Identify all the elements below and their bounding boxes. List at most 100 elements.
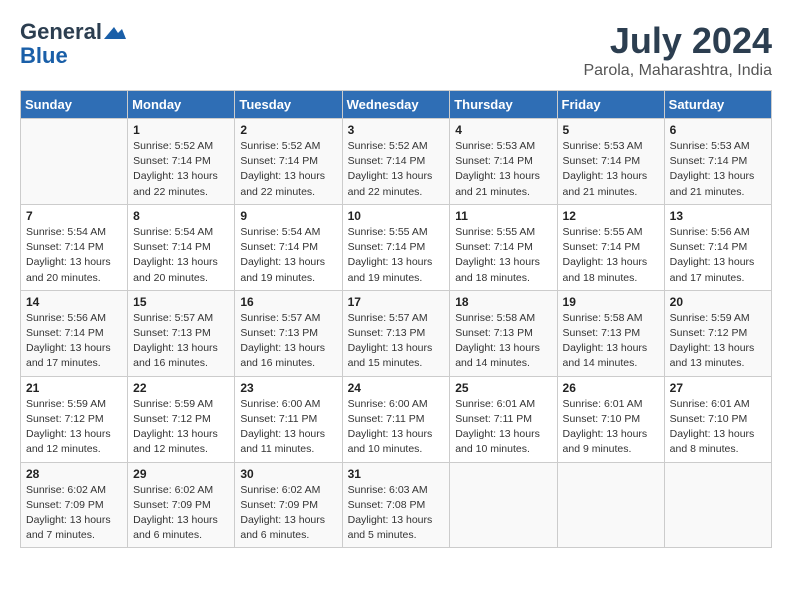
sunset-text: Sunset: 7:14 PM	[133, 155, 211, 167]
cell-info: Sunrise: 6:02 AM Sunset: 7:09 PM Dayligh…	[26, 483, 122, 544]
cell-info: Sunrise: 5:58 AM Sunset: 7:13 PM Dayligh…	[455, 311, 551, 372]
cell-info: Sunrise: 6:01 AM Sunset: 7:10 PM Dayligh…	[670, 397, 766, 458]
sunset-text: Sunset: 7:14 PM	[563, 155, 641, 167]
day-number: 17	[348, 295, 445, 309]
calendar-cell: 25 Sunrise: 6:01 AM Sunset: 7:11 PM Dayl…	[450, 376, 557, 462]
sunset-text: Sunset: 7:13 PM	[348, 327, 426, 339]
day-number: 21	[26, 381, 122, 395]
day-number: 2	[240, 123, 336, 137]
sunset-text: Sunset: 7:13 PM	[455, 327, 533, 339]
calendar-cell: 17 Sunrise: 5:57 AM Sunset: 7:13 PM Dayl…	[342, 290, 450, 376]
sunset-text: Sunset: 7:14 PM	[348, 241, 426, 253]
calendar-cell: 21 Sunrise: 5:59 AM Sunset: 7:12 PM Dayl…	[21, 376, 128, 462]
cell-info: Sunrise: 5:54 AM Sunset: 7:14 PM Dayligh…	[240, 225, 336, 286]
sunset-text: Sunset: 7:13 PM	[133, 327, 211, 339]
sunset-text: Sunset: 7:11 PM	[455, 413, 532, 425]
sunrise-text: Sunrise: 5:57 AM	[133, 312, 213, 324]
cell-info: Sunrise: 5:54 AM Sunset: 7:14 PM Dayligh…	[26, 225, 122, 286]
daylight-text: Daylight: 13 hours and 10 minutes.	[348, 428, 433, 455]
day-number: 9	[240, 209, 336, 223]
calendar-cell: 4 Sunrise: 5:53 AM Sunset: 7:14 PM Dayli…	[450, 119, 557, 205]
cell-info: Sunrise: 5:55 AM Sunset: 7:14 PM Dayligh…	[563, 225, 659, 286]
calendar-cell: 22 Sunrise: 5:59 AM Sunset: 7:12 PM Dayl…	[128, 376, 235, 462]
daylight-text: Daylight: 13 hours and 18 minutes.	[563, 256, 648, 283]
cell-info: Sunrise: 6:00 AM Sunset: 7:11 PM Dayligh…	[240, 397, 336, 458]
cell-info: Sunrise: 5:56 AM Sunset: 7:14 PM Dayligh…	[670, 225, 766, 286]
sunrise-text: Sunrise: 5:52 AM	[133, 140, 213, 152]
calendar-cell	[450, 462, 557, 548]
weekday-header-monday: Monday	[128, 91, 235, 119]
daylight-text: Daylight: 13 hours and 20 minutes.	[26, 256, 111, 283]
calendar-cell: 16 Sunrise: 5:57 AM Sunset: 7:13 PM Dayl…	[235, 290, 342, 376]
calendar-cell: 11 Sunrise: 5:55 AM Sunset: 7:14 PM Dayl…	[450, 204, 557, 290]
sunset-text: Sunset: 7:11 PM	[348, 413, 425, 425]
day-number: 1	[133, 123, 229, 137]
sunrise-text: Sunrise: 5:55 AM	[563, 226, 643, 238]
day-number: 31	[348, 467, 445, 481]
sunrise-text: Sunrise: 6:00 AM	[240, 398, 320, 410]
daylight-text: Daylight: 13 hours and 14 minutes.	[563, 342, 648, 369]
cell-info: Sunrise: 5:52 AM Sunset: 7:14 PM Dayligh…	[240, 139, 336, 200]
daylight-text: Daylight: 13 hours and 20 minutes.	[133, 256, 218, 283]
daylight-text: Daylight: 13 hours and 6 minutes.	[240, 514, 325, 541]
logo-icon	[104, 25, 126, 41]
sunrise-text: Sunrise: 5:52 AM	[348, 140, 428, 152]
sunset-text: Sunset: 7:14 PM	[455, 155, 533, 167]
cell-info: Sunrise: 5:55 AM Sunset: 7:14 PM Dayligh…	[455, 225, 551, 286]
day-number: 11	[455, 209, 551, 223]
sunrise-text: Sunrise: 5:53 AM	[455, 140, 535, 152]
sunset-text: Sunset: 7:10 PM	[563, 413, 641, 425]
day-number: 6	[670, 123, 766, 137]
cell-info: Sunrise: 5:54 AM Sunset: 7:14 PM Dayligh…	[133, 225, 229, 286]
title-section: July 2024 Parola, Maharashtra, India	[583, 20, 772, 80]
cell-info: Sunrise: 5:55 AM Sunset: 7:14 PM Dayligh…	[348, 225, 445, 286]
calendar-cell	[21, 119, 128, 205]
sunset-text: Sunset: 7:12 PM	[670, 327, 748, 339]
sunrise-text: Sunrise: 5:58 AM	[455, 312, 535, 324]
sunset-text: Sunset: 7:13 PM	[240, 327, 318, 339]
cell-info: Sunrise: 5:57 AM Sunset: 7:13 PM Dayligh…	[348, 311, 445, 372]
sunrise-text: Sunrise: 6:02 AM	[26, 484, 106, 496]
calendar-cell: 6 Sunrise: 5:53 AM Sunset: 7:14 PM Dayli…	[664, 119, 771, 205]
sunrise-text: Sunrise: 5:55 AM	[348, 226, 428, 238]
day-number: 16	[240, 295, 336, 309]
sunset-text: Sunset: 7:14 PM	[455, 241, 533, 253]
cell-info: Sunrise: 5:52 AM Sunset: 7:14 PM Dayligh…	[348, 139, 445, 200]
sunset-text: Sunset: 7:14 PM	[240, 241, 318, 253]
day-number: 27	[670, 381, 766, 395]
day-number: 20	[670, 295, 766, 309]
sunset-text: Sunset: 7:14 PM	[133, 241, 211, 253]
daylight-text: Daylight: 13 hours and 15 minutes.	[348, 342, 433, 369]
day-number: 15	[133, 295, 229, 309]
sunrise-text: Sunrise: 5:54 AM	[26, 226, 106, 238]
daylight-text: Daylight: 13 hours and 9 minutes.	[563, 428, 648, 455]
daylight-text: Daylight: 13 hours and 21 minutes.	[670, 170, 755, 197]
day-number: 3	[348, 123, 445, 137]
weekday-header-friday: Friday	[557, 91, 664, 119]
cell-info: Sunrise: 5:57 AM Sunset: 7:13 PM Dayligh…	[240, 311, 336, 372]
sunrise-text: Sunrise: 6:01 AM	[563, 398, 643, 410]
calendar-cell: 9 Sunrise: 5:54 AM Sunset: 7:14 PM Dayli…	[235, 204, 342, 290]
day-number: 30	[240, 467, 336, 481]
calendar-table: SundayMondayTuesdayWednesdayThursdayFrid…	[20, 90, 772, 548]
day-number: 18	[455, 295, 551, 309]
calendar-cell: 27 Sunrise: 6:01 AM Sunset: 7:10 PM Dayl…	[664, 376, 771, 462]
location-title: Parola, Maharashtra, India	[583, 62, 772, 80]
daylight-text: Daylight: 13 hours and 19 minutes.	[240, 256, 325, 283]
cell-info: Sunrise: 6:03 AM Sunset: 7:08 PM Dayligh…	[348, 483, 445, 544]
sunrise-text: Sunrise: 6:03 AM	[348, 484, 428, 496]
sunset-text: Sunset: 7:09 PM	[133, 499, 211, 511]
sunrise-text: Sunrise: 5:52 AM	[240, 140, 320, 152]
sunrise-text: Sunrise: 6:00 AM	[348, 398, 428, 410]
day-number: 22	[133, 381, 229, 395]
sunset-text: Sunset: 7:14 PM	[670, 241, 748, 253]
calendar-cell: 2 Sunrise: 5:52 AM Sunset: 7:14 PM Dayli…	[235, 119, 342, 205]
sunrise-text: Sunrise: 5:54 AM	[133, 226, 213, 238]
daylight-text: Daylight: 13 hours and 14 minutes.	[455, 342, 540, 369]
sunset-text: Sunset: 7:14 PM	[670, 155, 748, 167]
sunset-text: Sunset: 7:14 PM	[563, 241, 641, 253]
cell-info: Sunrise: 6:00 AM Sunset: 7:11 PM Dayligh…	[348, 397, 445, 458]
calendar-cell: 26 Sunrise: 6:01 AM Sunset: 7:10 PM Dayl…	[557, 376, 664, 462]
calendar-cell: 19 Sunrise: 5:58 AM Sunset: 7:13 PM Dayl…	[557, 290, 664, 376]
daylight-text: Daylight: 13 hours and 22 minutes.	[240, 170, 325, 197]
